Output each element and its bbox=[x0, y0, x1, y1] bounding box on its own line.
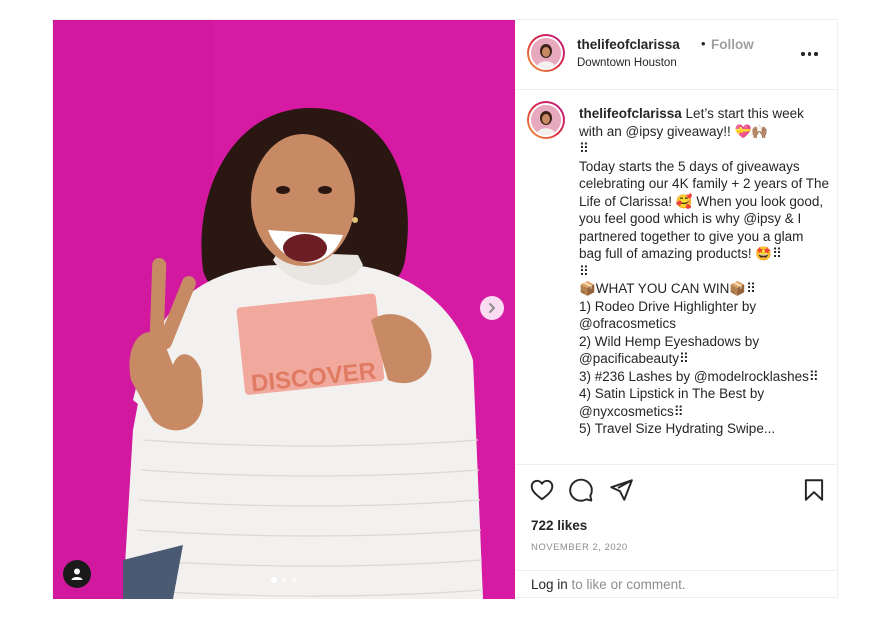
post-header: thelifeofclarissa • Follow Downtown Hous… bbox=[515, 20, 837, 90]
avatar[interactable] bbox=[527, 34, 565, 72]
caption-username[interactable]: thelifeofclarissa bbox=[579, 106, 682, 121]
post-photo[interactable]: DISCOVER bbox=[53, 20, 515, 599]
profile-photo-icon bbox=[531, 105, 561, 135]
login-prompt-text: to like or comment. bbox=[567, 577, 686, 592]
paper-plane-icon[interactable] bbox=[608, 477, 634, 503]
likes-count[interactable]: 722 likes bbox=[531, 518, 587, 533]
separator-dot: • bbox=[701, 36, 706, 51]
carousel-indicator bbox=[271, 577, 297, 583]
comment-icon[interactable] bbox=[568, 477, 594, 503]
heart-icon[interactable] bbox=[529, 477, 555, 503]
location-link[interactable]: Downtown Houston bbox=[577, 57, 677, 69]
post-date: NOVEMBER 2, 2020 bbox=[531, 542, 628, 553]
post-caption: thelifeofclarissa Let’s start this week … bbox=[579, 105, 829, 438]
header-username[interactable]: thelifeofclarissa bbox=[577, 37, 680, 52]
bookmark-icon[interactable] bbox=[801, 477, 827, 503]
profile-photo-icon bbox=[531, 38, 561, 68]
login-link[interactable]: Log in bbox=[531, 577, 568, 592]
caption-avatar[interactable] bbox=[527, 101, 565, 139]
carousel-dot bbox=[281, 577, 287, 583]
woman-holding-pouch-image: DISCOVER bbox=[53, 20, 515, 599]
tagged-users-button[interactable] bbox=[63, 560, 91, 588]
user-tag-icon bbox=[71, 568, 83, 580]
action-bar: 722 likes NOVEMBER 2, 2020 Log in to lik… bbox=[515, 464, 837, 594]
post-sidebar: thelifeofclarissa • Follow Downtown Hous… bbox=[515, 20, 837, 597]
chevron-right-icon bbox=[489, 303, 495, 313]
carousel-dot bbox=[291, 577, 297, 583]
next-photo-button[interactable] bbox=[480, 296, 504, 320]
login-prompt: Log in to like or comment. bbox=[515, 570, 837, 596]
follow-button[interactable]: Follow bbox=[711, 37, 754, 52]
comments-section[interactable]: thelifeofclarissa Let’s start this week … bbox=[515, 91, 837, 463]
carousel-dot-active bbox=[271, 577, 277, 583]
instagram-post: DISCOVER thelifeofclarissa • Follow Down… bbox=[52, 19, 838, 599]
more-options-icon[interactable] bbox=[801, 48, 821, 60]
caption-text: Let’s start this week with an @ipsy give… bbox=[579, 106, 830, 436]
